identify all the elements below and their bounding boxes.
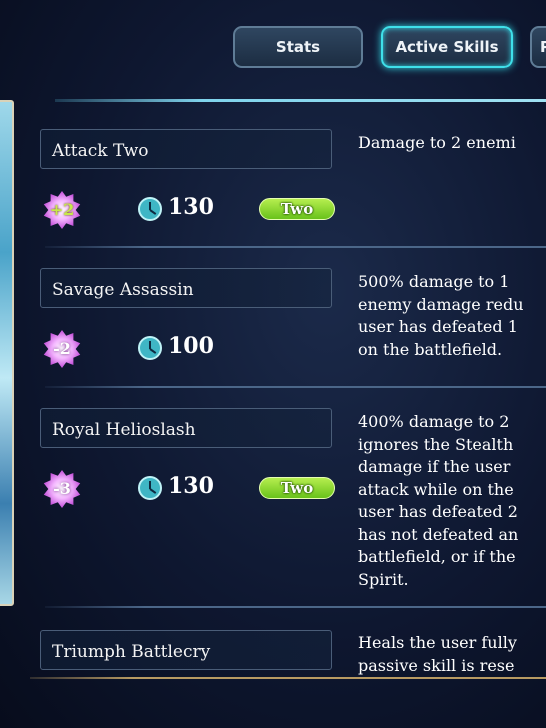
skill-name: Triumph Battlecry bbox=[40, 630, 332, 670]
header-divider bbox=[55, 99, 546, 102]
tab-active-skills[interactable]: Active Skills bbox=[381, 26, 513, 68]
cooldown-value: 130 bbox=[168, 473, 214, 499]
tab-passive-skills[interactable]: P bbox=[530, 26, 546, 68]
skill-description: Damage to 2 enemi bbox=[358, 133, 516, 152]
clock-icon bbox=[138, 476, 162, 500]
skill-name: Savage Assassin bbox=[40, 268, 332, 308]
sp-value: -2 bbox=[53, 339, 71, 358]
target-badge: Two bbox=[259, 198, 335, 220]
target-badge: Two bbox=[259, 477, 335, 499]
row-divider bbox=[45, 386, 546, 388]
skill-name: Attack Two bbox=[40, 129, 332, 169]
skill-description: 400% damage to 2 ignores the Stealth dam… bbox=[358, 412, 519, 589]
clock-icon bbox=[138, 197, 162, 221]
sp-star-icon: +2 bbox=[43, 191, 81, 229]
row-divider bbox=[45, 606, 546, 608]
sp-star-icon: -3 bbox=[43, 470, 81, 508]
sp-value: -3 bbox=[53, 479, 71, 498]
cooldown-value: 100 bbox=[168, 333, 214, 359]
sp-value: +2 bbox=[49, 200, 75, 219]
character-portrait-frame bbox=[0, 100, 14, 606]
clock-icon bbox=[138, 336, 162, 360]
cooldown-value: 130 bbox=[168, 194, 214, 220]
skill-name: Royal Helioslash bbox=[40, 408, 332, 448]
sp-star-icon: -2 bbox=[43, 330, 81, 368]
skill-description: 500% damage to 1 enemy damage redu user … bbox=[358, 272, 524, 359]
footer-divider bbox=[30, 677, 546, 679]
tab-stats[interactable]: Stats bbox=[233, 26, 363, 68]
row-divider bbox=[45, 246, 546, 248]
skill-description: Heals the user fully passive skill is re… bbox=[358, 633, 517, 675]
